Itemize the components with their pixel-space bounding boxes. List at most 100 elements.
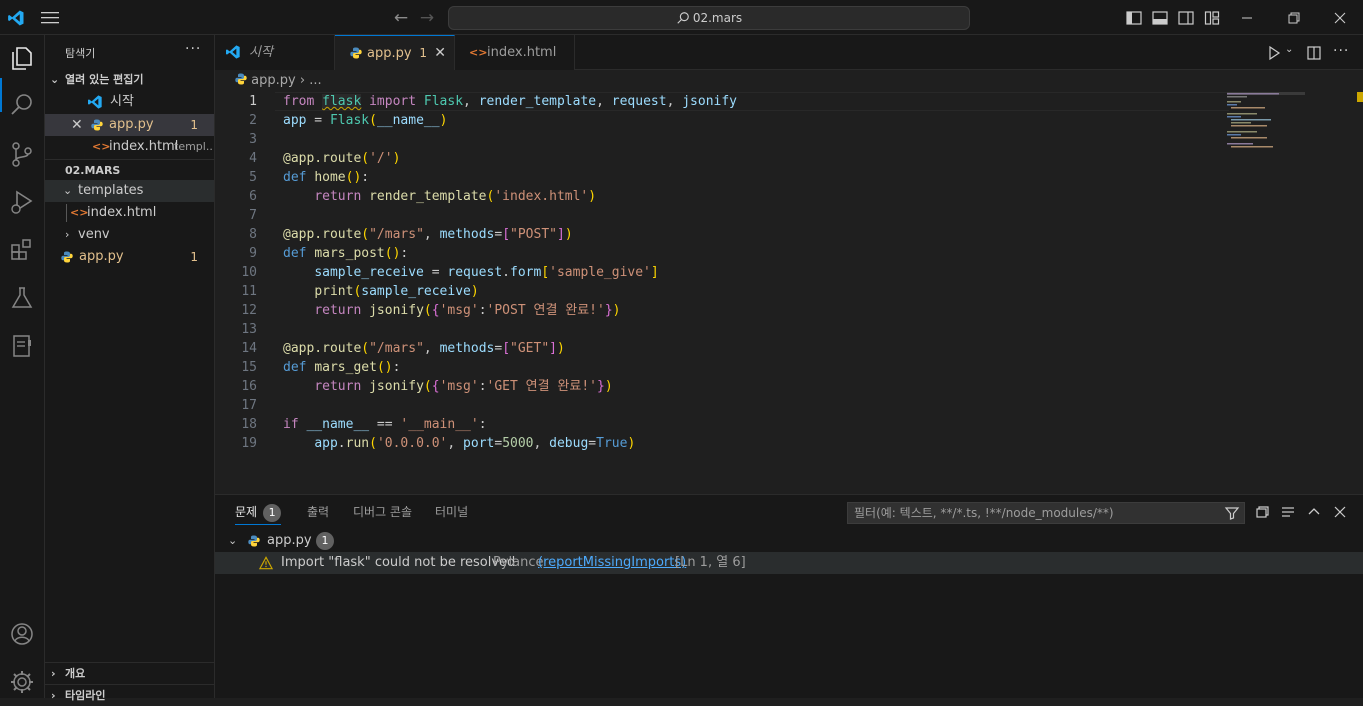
tab-terminal[interactable]: 터미널 (435, 495, 468, 529)
code-line[interactable]: def home(): (283, 168, 369, 187)
run-python-file-icon[interactable] (1266, 45, 1282, 61)
python-file-icon (91, 119, 103, 131)
toggle-panel-icon[interactable] (1151, 9, 1169, 27)
close-window-icon[interactable] (1331, 9, 1349, 27)
hamburger-menu-icon[interactable] (41, 11, 59, 25)
source-control-icon[interactable] (7, 139, 37, 169)
line-number: 4 (249, 151, 257, 166)
customize-layout-icon[interactable] (1203, 9, 1221, 27)
code-line[interactable]: from flask import Flask, render_template… (283, 92, 737, 111)
split-editor-icon[interactable] (1306, 45, 1322, 61)
explorer-icon[interactable] (7, 43, 37, 73)
collapse-all-icon[interactable] (1253, 503, 1271, 521)
code-line[interactable]: sample_receive = request.form['sample_gi… (283, 263, 658, 282)
code-line[interactable]: def mars_post(): (283, 244, 408, 263)
open-editor-folder-hint: templ... (174, 140, 214, 153)
problem-item[interactable]: Import "flask" could not be resolved Pyl… (215, 552, 1363, 574)
restore-window-icon[interactable] (1285, 9, 1303, 27)
close-tab-icon[interactable]: ✕ (434, 36, 446, 71)
line-number: 10 (241, 265, 257, 280)
testing-flask-icon[interactable] (7, 283, 37, 313)
code-line[interactable]: print(sample_receive) (283, 282, 478, 301)
go-forward-icon[interactable]: → (418, 9, 436, 27)
tab-problems[interactable]: 문제 1 (235, 495, 282, 529)
breadcrumb-file[interactable]: app.py (251, 73, 296, 88)
problems-file-group[interactable]: ⌄ app.py 1 (215, 530, 1363, 552)
go-back-icon[interactable]: ← (392, 9, 410, 27)
code-line[interactable]: return jsonify({'msg':'GET 연결 완료!'}) (283, 377, 612, 396)
toggle-secondary-sidebar-icon[interactable] (1177, 9, 1195, 27)
view-as-list-icon[interactable] (1279, 503, 1297, 521)
tree-item-app-py[interactable]: app.py 1 (45, 246, 214, 268)
breadcrumb: app.py › ... (215, 70, 1363, 92)
line-number: 17 (241, 398, 257, 413)
indent-guide (66, 204, 67, 222)
explorer-title: 탐색기 (65, 47, 96, 60)
open-editor-item-index-html[interactable]: <> index.html templ... (45, 136, 214, 158)
extensions-icon[interactable] (7, 235, 37, 265)
code-editor[interactable]: 1 2 3 4 5 6 7 8 9 10 11 12 13 14 15 16 17 18 19 from flask… (215, 92, 1363, 494)
tree-item-index-html[interactable]: <> index.html (45, 202, 214, 224)
open-editor-label: 시작 (110, 94, 134, 109)
folder-title: 02.MARS (65, 164, 121, 177)
code-line[interactable]: app = Flask(__name__) (283, 111, 447, 130)
search-view-icon[interactable] (7, 90, 37, 120)
breadcrumb-symbols[interactable]: ... (309, 73, 321, 88)
code-line[interactable]: @app.route("/mars", methods=["POST"]) (283, 225, 573, 244)
code-line[interactable]: return jsonify({'msg':'POST 연결 완료!'}) (283, 301, 620, 320)
outline-header[interactable]: › 개요 (45, 662, 214, 684)
chevron-down-icon: ⌄ (228, 534, 238, 547)
notebook-icon[interactable] (7, 331, 37, 361)
filter-icon[interactable] (1224, 505, 1240, 521)
tab-label: 시작 (249, 45, 273, 60)
run-and-debug-icon[interactable] (7, 187, 37, 217)
command-center-text: 02.mars (692, 11, 743, 25)
tree-item-venv[interactable]: › venv (45, 224, 214, 246)
maximize-panel-chevron-up-icon[interactable] (1305, 503, 1323, 521)
minimize-window-icon[interactable] (1238, 9, 1256, 27)
html-file-icon: <> (92, 140, 111, 153)
tab-welcome[interactable]: 시작 (215, 35, 335, 70)
run-dropdown-chevron-icon[interactable]: ⌄ (1285, 44, 1293, 55)
tree-item-templates[interactable]: ⌄ templates (45, 180, 214, 202)
more-actions-icon[interactable]: ··· (185, 41, 201, 57)
manage-gear-icon[interactable] (7, 667, 37, 697)
line-number: 14 (241, 341, 257, 356)
chevron-right-icon: › (65, 228, 70, 241)
command-center-search[interactable]: 02.mars (448, 6, 970, 30)
python-file-icon (61, 251, 73, 263)
vscode-logo-icon (8, 10, 24, 26)
editor-more-actions-icon[interactable]: ··· (1333, 43, 1349, 59)
timeline-header[interactable]: › 타임라인 (45, 684, 214, 706)
minimap[interactable] (1227, 92, 1307, 152)
folder-header[interactable]: 02.MARS (45, 159, 214, 181)
code-line[interactable]: return render_template('index.html') (283, 187, 596, 206)
tab-debug-console[interactable]: 디버그 콘솔 (353, 495, 412, 529)
tab-output[interactable]: 출력 (307, 495, 329, 529)
code-line[interactable]: @app.route('/') (283, 149, 400, 168)
problem-code-link[interactable]: (reportMissingImports) (538, 552, 686, 574)
code-line[interactable]: if __name__ == '__main__': (283, 415, 487, 434)
code-line[interactable]: app.run('0.0.0.0', port=5000, debug=True… (283, 434, 635, 453)
line-number: 3 (249, 132, 257, 147)
tab-app-py[interactable]: app.py 1 ✕ (335, 35, 455, 70)
code-line[interactable]: @app.route("/mars", methods=["GET"]) (283, 339, 565, 358)
line-number: 19 (241, 436, 257, 451)
tab-label: 문제 (235, 505, 258, 519)
problems-filter-input[interactable]: 필터(예: 텍스트, **/*.ts, !**/node_modules/**) (847, 502, 1245, 524)
vscode-icon (226, 45, 240, 59)
close-panel-icon[interactable] (1331, 503, 1349, 521)
accounts-icon[interactable] (7, 619, 37, 649)
line-number: 15 (241, 360, 257, 375)
line-number: 16 (241, 379, 257, 394)
code-line[interactable]: def mars_get(): (283, 358, 400, 377)
close-editor-icon[interactable]: ✕ (71, 114, 83, 136)
open-editor-item-welcome[interactable]: 시작 (45, 91, 214, 113)
tab-index-html[interactable]: <> index.html (455, 35, 575, 70)
line-number: 8 (249, 227, 257, 242)
line-number: 1 (249, 94, 257, 109)
problem-count-badge: 1 (190, 118, 198, 132)
open-editors-header[interactable]: ⌄ 열려 있는 편집기 (45, 69, 214, 91)
toggle-primary-sidebar-icon[interactable] (1125, 9, 1143, 27)
open-editor-item-app-py[interactable]: ✕ app.py 1 (45, 114, 214, 136)
